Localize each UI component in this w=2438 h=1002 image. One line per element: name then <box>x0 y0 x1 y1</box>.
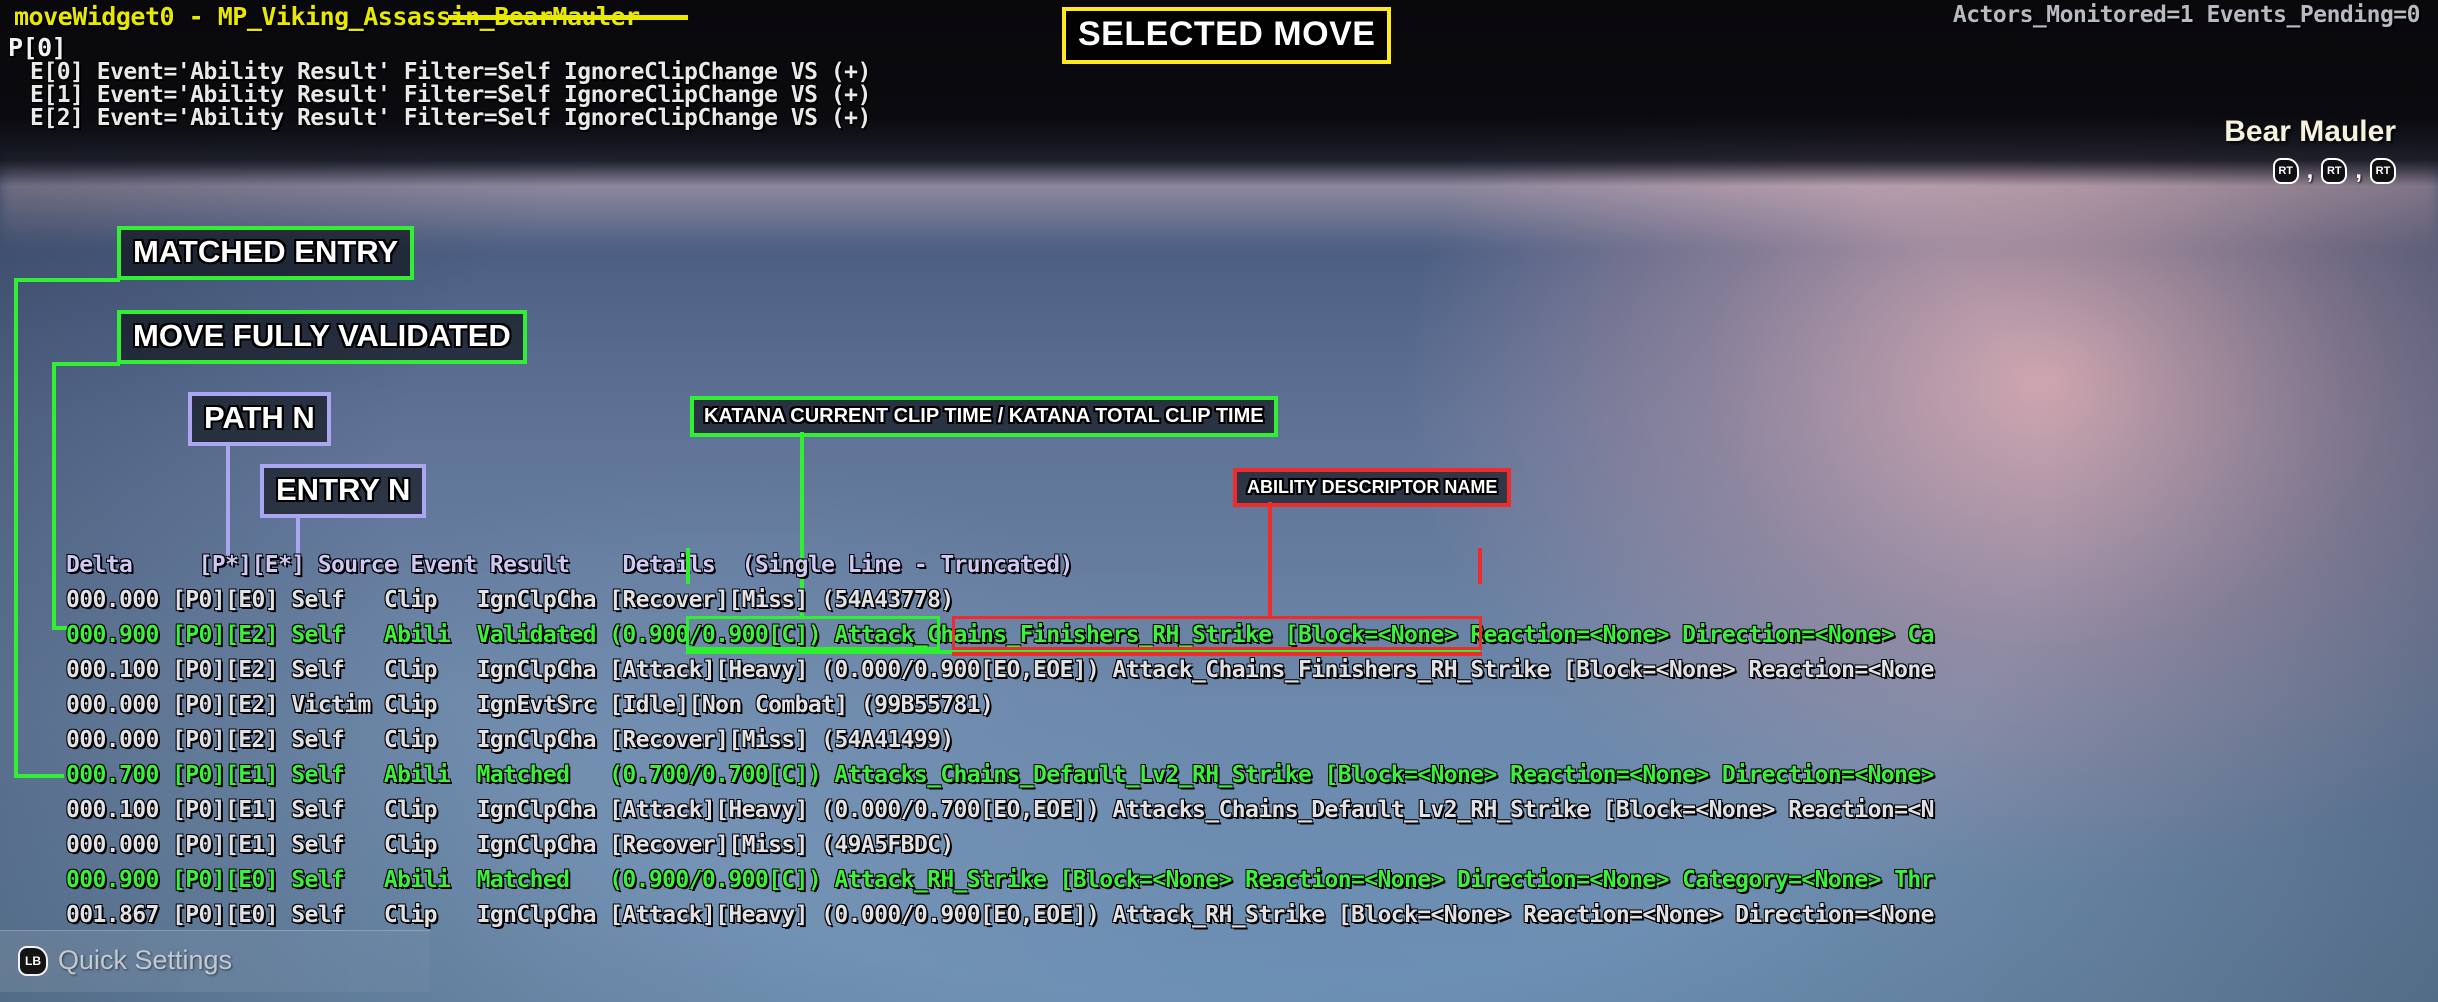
callout-selected-move: SELECTED MOVE <box>1062 7 1392 64</box>
leader-validated-h <box>52 362 120 366</box>
debug-event-row-2: E[2] Event='Ability Result' Filter=Self … <box>30 105 871 131</box>
log-row[interactable]: 000.000 [P0][E2] Victim Clip IgnEvtSrc [… <box>0 688 2438 723</box>
debug-stats-line: Actors_Monitored=1 Events_Pending=0 <box>1952 2 2421 28</box>
log-row[interactable]: 001.867 [P0][E0] Self Clip IgnClpCha [At… <box>0 898 2438 933</box>
log-row[interactable]: 000.900 [P0][E2] Self Abili Validated (0… <box>0 618 2438 653</box>
lb-button-icon: LB <box>18 945 48 976</box>
input-separator: , <box>2355 157 2362 184</box>
rt-button-icon: RT <box>2321 158 2348 184</box>
quick-settings-label: Quick Settings <box>58 945 233 975</box>
quick-settings-prompt[interactable]: LB Quick Settings <box>18 945 232 976</box>
log-row[interactable]: 000.900 [P0][E0] Self Abili Matched (0.9… <box>0 863 2438 898</box>
move-log-table[interactable]: Delta [P*][E*] Source Event Result Detai… <box>0 548 2438 933</box>
log-row[interactable]: 000.100 [P0][E2] Self Clip IgnClpCha [At… <box>0 653 2438 688</box>
move-name-label: Bear Mauler <box>2224 115 2396 148</box>
log-row[interactable]: 000.000 [P0][E0] Self Clip IgnClpCha [Re… <box>0 583 2438 618</box>
rt-button-icon: RT <box>2272 158 2299 184</box>
callout-move-fully-validated: MOVE FULLY VALIDATED <box>117 310 527 364</box>
rt-button-icon: RT <box>2370 158 2396 184</box>
input-separator: , <box>2306 157 2314 184</box>
callout-ability-descriptor-name: ABILITY DESCRIPTOR NAME <box>1233 468 1512 507</box>
leader-matched-entry-h <box>14 278 120 282</box>
log-row[interactable]: 000.000 [P0][E1] Self Clip IgnClpCha [Re… <box>0 828 2438 863</box>
log-row[interactable]: 000.700 [P0][E1] Self Abili Matched (0.7… <box>0 758 2438 793</box>
screen: moveWidget0 - MP_Viking_Assassin_BearMau… <box>0 0 2438 1002</box>
debug-path-label: P[0] <box>8 33 67 62</box>
callout-path-n: PATH N <box>188 392 331 446</box>
callout-entry-n: ENTRY N <box>260 464 427 518</box>
callout-katana-clip-time: KATANA CURRENT CLIP TIME / KATANA TOTAL … <box>690 396 1278 437</box>
log-row[interactable]: 000.100 [P0][E1] Self Clip IgnClpCha [At… <box>0 793 2438 828</box>
callout-matched-entry: MATCHED ENTRY <box>117 226 415 280</box>
log-row[interactable]: 000.000 [P0][E2] Self Clip IgnClpCha [Re… <box>0 723 2438 758</box>
title-underline-rule <box>448 15 688 20</box>
log-header-row: Delta [P*][E*] Source Event Result Detai… <box>66 552 1073 578</box>
move-input-sequence: RT , RT , RT <box>2224 157 2396 185</box>
leader-path-n-v <box>226 444 230 562</box>
move-hud: Bear Mauler RT , RT , RT <box>2224 115 2396 185</box>
